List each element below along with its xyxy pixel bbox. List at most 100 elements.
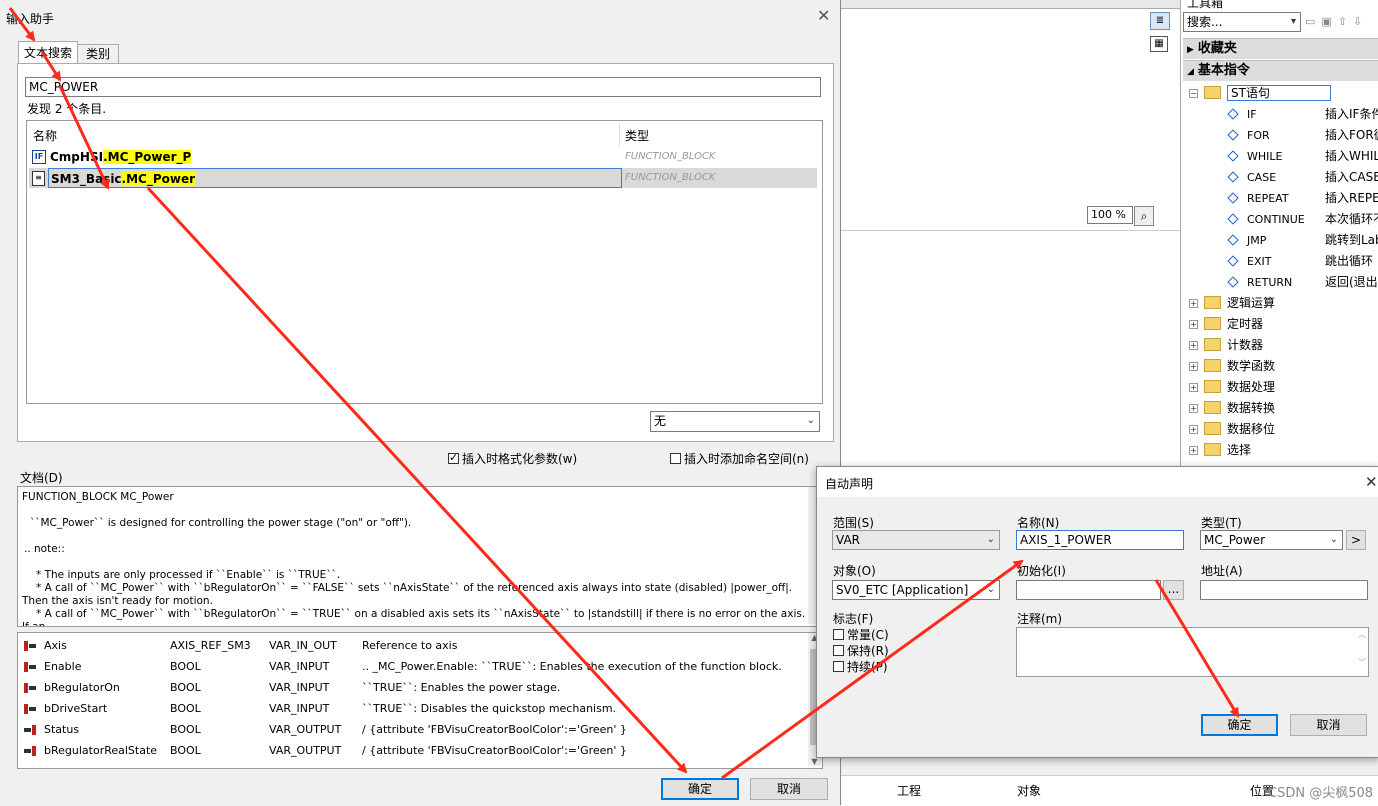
type-select[interactable]: MC_Power ⌄ (1200, 530, 1343, 550)
instruction-icon (1227, 171, 1239, 183)
copy-icon[interactable]: ▣ (1321, 15, 1337, 28)
zoom-icon[interactable]: ⌕ (1134, 206, 1154, 226)
tree-folder[interactable]: + 数据处理 (1189, 377, 1275, 398)
flag-constant-checkbox[interactable]: 常量(C) (833, 626, 889, 643)
comment-label: 注释(m) (1017, 612, 1063, 626)
variable-row[interactable]: bRegulatorRealState BOOL VAR_OUTPUT / {a… (24, 740, 782, 761)
expand-icon[interactable]: + (1189, 404, 1198, 413)
status-bar: 工程 对象 位置 CSDN @尖枫508 (840, 775, 1378, 806)
down-arrow-icon[interactable]: ⇩ (1353, 15, 1368, 28)
variable-row[interactable]: Axis AXIS_REF_SM3 VAR_IN_OUT Reference t… (24, 635, 782, 656)
cancel-button[interactable]: 取消 (750, 778, 828, 800)
expand-icon[interactable]: + (1189, 362, 1198, 371)
expand-icon[interactable]: + (1189, 383, 1198, 392)
instruction-icon (1227, 234, 1239, 246)
tree-folder[interactable]: + 数据转换 (1189, 398, 1275, 419)
collapse-icon[interactable]: − (1189, 89, 1198, 98)
init-browse-button[interactable]: ... (1163, 580, 1184, 600)
name-input[interactable]: AXIS_1_POWER (1016, 530, 1184, 550)
column-divider[interactable] (619, 123, 620, 147)
collapse-arrow-icon: ◢ (1187, 67, 1194, 77)
type-more-button[interactable]: > (1346, 530, 1366, 550)
init-input[interactable] (1016, 580, 1161, 600)
result-type: FUNCTION_BLOCK (625, 172, 716, 183)
close-icon[interactable]: ✕ (817, 6, 830, 25)
tree-item[interactable]: FOR插入FOR循 (1227, 125, 1378, 146)
ok-button[interactable]: 确定 (661, 778, 739, 800)
flag-persistent-checkbox[interactable]: 持续(P) (833, 658, 888, 675)
toolbox-search-input[interactable]: 搜索... ▾ (1183, 12, 1301, 32)
variable-row[interactable]: bDriveStart BOOL VAR_INPUT ``TRUE``: Dis… (24, 698, 782, 719)
documentation-box[interactable]: FUNCTION_BLOCK MC_Power ``MC_Power`` is … (17, 486, 823, 627)
expand-icon[interactable]: + (1189, 341, 1198, 350)
variable-row[interactable]: Enable BOOL VAR_INPUT .. _MC_Power.Enabl… (24, 656, 782, 677)
tree-folder[interactable]: + 数学函数 (1189, 356, 1275, 377)
folder-icon (1204, 443, 1221, 456)
result-name: CmpHSI.MC_Power_P (50, 150, 192, 164)
add-namespace-checkbox[interactable]: 插入时添加命名空间(n) (670, 450, 809, 467)
tree-item[interactable]: JMP 跳转到Lab (1227, 230, 1378, 251)
close-icon[interactable]: ✕ (1365, 473, 1378, 491)
column-header-name[interactable]: 名称 (33, 127, 57, 144)
flags-label: 标志(F) (833, 612, 874, 626)
expand-icon[interactable]: + (1189, 425, 1198, 434)
tab-text-search[interactable]: 文本搜索 (18, 41, 78, 64)
variable-row[interactable]: Status BOOL VAR_OUTPUT / {attribute 'FBV… (24, 719, 782, 740)
result-row[interactable]: IF CmpHSI.MC_Power_P FUNCTION_BLOCK (29, 147, 817, 167)
editor-lower-area (840, 230, 1180, 471)
tab-category[interactable]: 类别 (77, 44, 119, 64)
basic-header[interactable]: ◢ 基本指令 (1183, 60, 1378, 81)
column-header-type[interactable]: 类型 (625, 127, 649, 144)
table-view-icon[interactable]: ▦ (1150, 36, 1168, 52)
zoom-field[interactable]: 100 % (1087, 206, 1133, 224)
result-row-selected[interactable]: ≡ SM3_Basic.MC_Power FUNCTION_BLOCK (29, 168, 817, 188)
tree-node-st[interactable]: − ST语句 (1189, 83, 1331, 104)
document-icon: ≡ (32, 171, 45, 186)
tree-folder[interactable]: + 计数器 (1189, 335, 1263, 356)
scope-select[interactable]: VAR ⌄ (832, 530, 1000, 550)
function-block-icon: IF (32, 150, 46, 164)
folder-icon[interactable]: ▭ (1305, 15, 1321, 28)
tree-folder[interactable]: + 数据移位 (1189, 419, 1275, 440)
comment-textarea[interactable]: ︿ ﹀ (1016, 627, 1369, 677)
format-params-checkbox[interactable]: 插入时格式化参数(w) (448, 450, 577, 467)
filter-select[interactable]: 无 ⌄ (650, 411, 820, 432)
tree-item[interactable]: CONTINUE本次循环不 (1227, 209, 1378, 230)
status-column-object: 对象 (1017, 784, 1042, 798)
favorites-header[interactable]: ▶ 收藏夹 (1183, 38, 1378, 59)
expand-icon[interactable]: + (1189, 299, 1198, 308)
editor-tab-strip (840, 0, 1180, 9)
tree-item[interactable]: IF 插入IF条件 (1227, 104, 1378, 125)
variable-row[interactable]: bRegulatorOn BOOL VAR_INPUT ``TRUE``: En… (24, 677, 782, 698)
tree-item[interactable]: EXIT 跳出循环 (1227, 251, 1373, 272)
results-list: 名称 类型 IF CmpHSI.MC_Power_P FUNCTION_BLOC… (26, 120, 823, 404)
input-assistant-dialog: 输入助手 ✕ 文本搜索 类别 MC_POWER 发现 2 个条目. 名称 类型 … (0, 0, 841, 805)
result-type: FUNCTION_BLOCK (625, 151, 716, 162)
tree-item[interactable]: REPEAT插入REPEA (1227, 188, 1378, 209)
tree-item[interactable]: WHILE 插入WHIL (1227, 146, 1378, 167)
object-select[interactable]: SV0_ETC [Application] ⌄ (832, 580, 1000, 600)
expand-icon[interactable]: + (1189, 320, 1198, 329)
search-input[interactable]: MC_POWER (25, 77, 821, 97)
object-label: 对象(O) (833, 564, 876, 578)
up-arrow-icon[interactable]: ⇧ (1338, 15, 1353, 28)
tree-folder[interactable]: + 选择 (1189, 440, 1251, 461)
address-input[interactable] (1200, 580, 1368, 600)
cancel-button[interactable]: 取消 (1290, 714, 1367, 736)
expand-icon[interactable]: + (1189, 446, 1198, 455)
comment-scrollbar[interactable]: ︿ ﹀ (1356, 628, 1368, 676)
tree-folder[interactable]: + 逻辑运算 (1189, 293, 1275, 314)
tree-item[interactable]: RETURN 返回(退出 (1227, 272, 1378, 293)
tree-folder[interactable]: + 定时器 (1189, 314, 1263, 335)
doc-line: * The inputs are only processed if ``Ena… (36, 569, 341, 581)
instruction-icon (1227, 213, 1239, 225)
scroll-down-icon[interactable]: ▼ (808, 757, 821, 766)
ok-button[interactable]: 确定 (1201, 714, 1278, 736)
doc-line: FUNCTION_BLOCK MC_Power (22, 491, 174, 503)
flag-retain-checkbox[interactable]: 保持(R) (833, 642, 889, 659)
editor-area (840, 0, 1181, 230)
declaration-view-icon[interactable]: ≣ (1150, 12, 1170, 30)
tree-item[interactable]: CASE插入CASE条 (1227, 167, 1378, 188)
variable-output-icon (24, 746, 36, 756)
expand-arrow-icon: ▶ (1187, 45, 1194, 55)
